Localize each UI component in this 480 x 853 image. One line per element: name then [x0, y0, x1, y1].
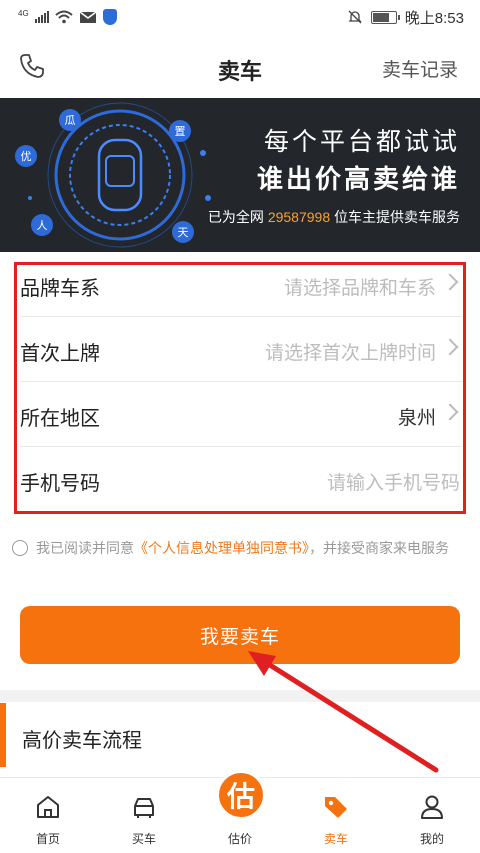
process-section-header: 高价卖车流程: [0, 703, 480, 767]
agreement-prefix: 我已阅读并同意: [36, 540, 134, 556]
car-ring-graphic: 优 瓜 置 人 天: [15, 102, 211, 248]
agreement: 我已阅读并同意《个人信息处理单独同意书》，并接受商家来电服务: [12, 538, 468, 558]
ring-char: 置: [175, 125, 186, 138]
banner-stat-prefix: 已为全网: [207, 209, 264, 225]
car-icon: [134, 798, 154, 818]
network-type: 4G: [18, 9, 29, 18]
consent-link[interactable]: 《个人信息处理单独同意书》: [134, 540, 309, 556]
banner-headline: 每个平台都试试: [263, 128, 460, 156]
promo-banner[interactable]: 优 瓜 置 人 天 每个平台都试试 谁出价高卖给谁 已为全网 29587998 …: [0, 98, 480, 252]
chevron-right-icon: [441, 338, 459, 356]
agree-radio[interactable]: [12, 540, 28, 556]
sell-car-button[interactable]: 我要卖车: [20, 606, 460, 664]
tab-label: 卖车: [323, 832, 348, 846]
phone-number-input[interactable]: 请输入手机号码: [327, 468, 460, 495]
first-registration-row[interactable]: 首次上牌 请选择首次上牌时间: [20, 317, 462, 382]
owner-count: 29587998: [267, 209, 331, 225]
ring-char: 人: [37, 219, 48, 232]
region-value: 泉州: [397, 408, 436, 429]
tab-label: 买车: [131, 832, 156, 846]
clock: 晚上8:53: [404, 9, 464, 27]
phone-number-row[interactable]: 手机号码 请输入手机号码: [20, 447, 462, 512]
tag-icon: [325, 797, 347, 818]
chevron-right-icon: [441, 273, 459, 291]
ring-char: 瓜: [65, 115, 76, 127]
status-bar: 4G 晚上8:53: [0, 0, 480, 34]
valuation-icon[interactable]: 估: [216, 770, 266, 820]
tab-label: 我的: [419, 832, 444, 846]
tab-home[interactable]: 首页: [0, 778, 96, 853]
ring-char: 优: [21, 150, 32, 163]
battery-icon: [370, 10, 400, 24]
agreement-suffix: ，并接受商家来电服务: [309, 540, 449, 556]
user-icon: [421, 795, 443, 819]
brand-series-value: 请选择品牌和车系: [283, 278, 436, 299]
mute-bell-icon: [348, 10, 362, 24]
section-title: 高价卖车流程: [22, 730, 142, 752]
signal-icon: [34, 11, 49, 23]
mail-icon: [79, 10, 97, 23]
banner-stat-suffix: 位车主提供卖车服务: [334, 209, 460, 225]
row-label: 所在地区: [20, 408, 100, 430]
row-label: 品牌车系: [20, 278, 100, 300]
section-accent-bar: [0, 703, 6, 767]
sell-records-link[interactable]: 卖车记录: [382, 55, 458, 82]
chevron-right-icon: [441, 403, 459, 421]
tab-label: 首页: [35, 832, 60, 846]
tab-buy-car[interactable]: 买车: [96, 778, 192, 853]
home-icon: [37, 796, 59, 818]
banner-subheadline: 谁出价高卖给谁: [256, 164, 460, 194]
security-shield-icon: [102, 9, 117, 25]
row-label: 首次上牌: [20, 343, 100, 365]
row-label: 手机号码: [20, 473, 100, 495]
first-registration-value: 请选择首次上牌时间: [264, 343, 436, 364]
tab-sell-car[interactable]: 卖车: [288, 778, 384, 853]
top-navbar: 卖车 卖车记录: [0, 34, 480, 98]
ring-char: 天: [178, 227, 189, 239]
banner-stat: 已为全网 29587998 位车主提供卖车服务: [208, 207, 460, 227]
region-row[interactable]: 所在地区 泉州: [20, 382, 462, 447]
brand-series-row[interactable]: 品牌车系 请选择品牌和车系: [20, 252, 462, 317]
tab-label: 估价: [227, 832, 252, 846]
section-divider: [0, 690, 480, 702]
sell-car-form: 品牌车系 请选择品牌和车系 首次上牌 请选择首次上牌时间 所在地区 泉州 手机号…: [0, 252, 480, 512]
tab-mine[interactable]: 我的: [384, 778, 480, 853]
wifi-icon: [55, 10, 73, 24]
